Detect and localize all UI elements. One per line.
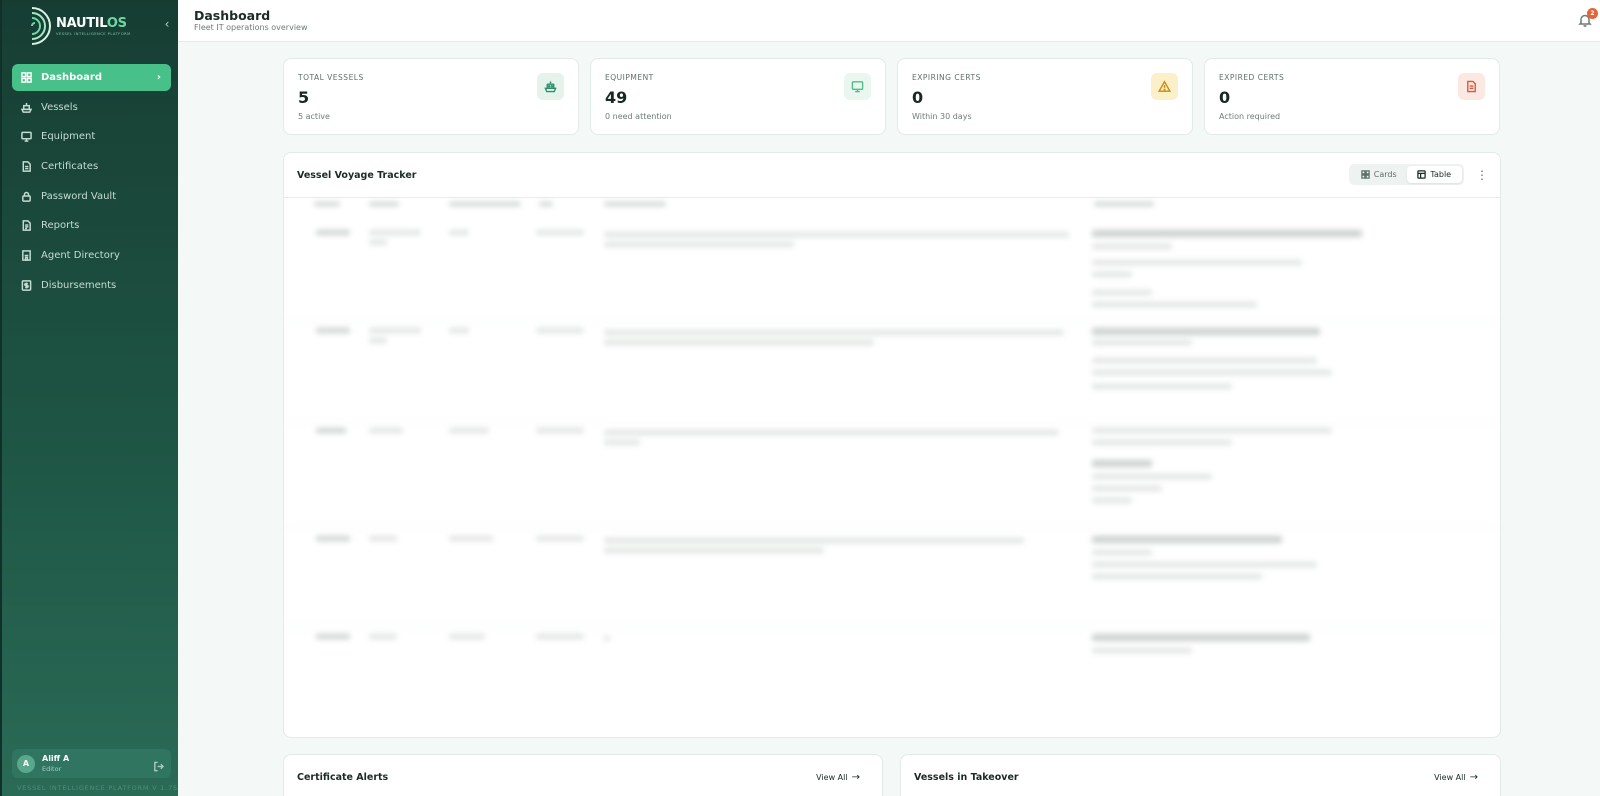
view-all-certificates-link[interactable]: View All → [816,772,860,783]
stat-value: 0 [912,88,924,107]
dollar-icon [20,279,33,292]
file-icon [20,160,33,173]
report-icon [20,219,33,232]
brand-tagline: VESSEL INTELLIGENCE PLATFORM [56,32,131,36]
table-row[interactable] [284,628,1500,698]
view-all-takeover-link[interactable]: View All → [1434,772,1478,783]
stat-card-equipment[interactable]: EQUIPMENT 49 0 need attention [590,58,886,135]
sidebar-item-label: Agent Directory [41,250,120,262]
stat-card-expiring-certs[interactable]: EXPIRING CERTS 0 Within 30 days [897,58,1193,135]
monitor-icon [20,130,33,143]
grid-icon [20,71,33,84]
table-icon [1417,170,1427,179]
sidebar-item-label: Disbursements [41,279,117,291]
sidebar-item-vessels[interactable]: Vessels [12,94,171,121]
page-title: Dashboard [194,8,271,23]
tracker-header: Vessel Voyage Tracker Cards Table ⋮ [284,153,1500,198]
stat-note: Action required [1219,112,1281,121]
panel-title: Vessels in Takeover [914,772,1019,783]
sidebar-item-certificates[interactable]: Certificates [12,153,171,180]
stat-label: EQUIPMENT [605,73,654,82]
table-row[interactable] [284,210,1500,322]
sidebar-item-password-vault[interactable]: Password Vault [12,183,171,210]
grid-icon [1361,170,1370,179]
stat-note: Within 30 days [912,112,972,121]
logout-icon[interactable] [153,757,165,772]
notifications-button[interactable]: 2 [1578,8,1598,28]
lock-icon [20,190,33,203]
arrow-right-icon: → [851,772,860,783]
sidebar-item-label: Vessels [41,101,78,113]
sidebar-item-label: Reports [41,220,80,232]
top-header: Dashboard Fleet IT operations overview 2 [178,0,1600,42]
certificate-alerts-panel: Certificate Alerts View All → [283,754,883,796]
avatar: A [17,754,35,773]
ship-icon [537,73,564,100]
monitor-icon [844,73,871,100]
user-name: Aliff A [42,754,70,763]
chevron-right-icon: › [156,72,161,83]
file-icon [1458,73,1485,100]
more-options-button[interactable]: ⋮ [1476,167,1488,183]
sidebar-item-dashboard[interactable]: Dashboard › [12,64,171,91]
stat-note: 5 active [298,112,330,121]
brand-logo[interactable]: NAUTILOS VESSEL INTELLIGENCE PLATFORM [28,6,148,46]
sidebar-item-label: Equipment [41,131,96,143]
notification-count-badge: 2 [1587,8,1598,19]
arrow-right-icon: → [1469,772,1478,783]
sidebar-item-label: Certificates [41,161,99,173]
stat-value: 0 [1219,88,1231,107]
stat-note: 0 need attention [605,112,672,121]
stat-label: EXPIRED CERTS [1219,73,1285,82]
more-vertical-icon: ⋮ [1476,168,1488,182]
stat-card-total-vessels[interactable]: TOTAL VESSELS 5 5 active [283,58,579,135]
stat-label: EXPIRING CERTS [912,73,981,82]
sidebar-item-disbursements[interactable]: Disbursements [12,272,171,299]
vessels-in-takeover-panel: Vessels in Takeover View All → [900,754,1501,796]
page-subtitle: Fleet IT operations overview [194,23,308,32]
stat-label: TOTAL VESSELS [298,73,364,82]
vessel-voyage-tracker: Vessel Voyage Tracker Cards Table ⋮ [283,152,1501,738]
warning-icon [1151,73,1178,100]
sidebar: NAUTILOS VESSEL INTELLIGENCE PLATFORM ‹ … [0,0,178,796]
stat-value: 49 [605,88,628,107]
collapse-sidebar-button[interactable]: ‹ [160,17,174,31]
sidebar-item-reports[interactable]: Reports [12,212,171,239]
table-row[interactable] [284,528,1500,628]
voyage-table-blurred [284,198,1500,737]
sidebar-item-label: Dashboard [41,72,102,83]
table-row[interactable] [284,422,1500,528]
sidebar-item-equipment[interactable]: Equipment [12,123,171,150]
ship-icon [20,101,33,114]
stat-card-expired-certs[interactable]: EXPIRED CERTS 0 Action required [1204,58,1500,135]
chevron-left-icon: ‹ [164,17,170,31]
panel-title: Certificate Alerts [297,772,389,783]
building-icon [20,249,33,262]
view-toggle: Cards Table [1349,164,1464,185]
table-header [284,198,1500,210]
brand-name: NAUTILOS [56,16,127,31]
cards-view-button[interactable]: Cards [1351,166,1407,183]
table-row[interactable] [284,322,1500,422]
user-profile-card[interactable]: A Aliff A Editor [12,749,171,778]
user-role: Editor [42,765,62,773]
sidebar-item-label: Password Vault [41,190,117,202]
stat-value: 5 [298,88,310,107]
version-label: VESSEL INTELLIGENCE PLATFORM V 1.75 [17,784,178,792]
sidebar-nav: Dashboard › Vessels Equipment Certificat… [12,64,171,302]
radar-logo-icon [31,7,51,45]
tracker-title: Vessel Voyage Tracker [297,170,417,181]
sidebar-item-agent-directory[interactable]: Agent Directory [12,242,171,269]
table-view-button[interactable]: Table [1406,166,1462,183]
